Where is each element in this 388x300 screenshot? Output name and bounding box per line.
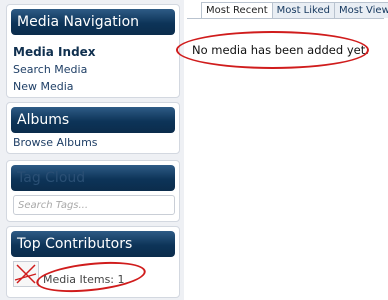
media-navigation-panel: Media Navigation Media Index Search Medi… xyxy=(6,4,180,98)
tab-divider xyxy=(187,18,384,19)
albums-header: Albums xyxy=(11,107,175,133)
albums-panel: Albums Browse Albums xyxy=(6,102,180,154)
empty-media-message: No media has been added yet. xyxy=(192,43,369,57)
nav-link-media-index[interactable]: Media Index xyxy=(13,45,96,59)
search-tags-input[interactable] xyxy=(13,195,175,215)
broken-image-icon xyxy=(14,264,37,284)
tab-most-viewed[interactable]: Most Viewed xyxy=(333,2,388,18)
media-tabs: Most Recent Most Liked Most Viewed xyxy=(201,2,388,18)
tag-cloud-panel: Tag Cloud xyxy=(6,160,180,222)
tab-most-liked[interactable]: Most Liked xyxy=(271,2,335,18)
tag-cloud-header: Tag Cloud xyxy=(11,165,175,191)
contributor-media-items: Media Items: 1 xyxy=(43,273,125,286)
nav-link-new-media[interactable]: New Media xyxy=(13,80,74,93)
avatar[interactable] xyxy=(13,261,39,287)
tab-most-recent[interactable]: Most Recent xyxy=(201,2,273,18)
media-navigation-header: Media Navigation xyxy=(11,9,175,35)
sidebar: Media Navigation Media Index Search Medi… xyxy=(0,0,184,300)
top-contributors-header: Top Contributors xyxy=(11,231,175,257)
nav-link-search-media[interactable]: Search Media xyxy=(13,63,87,76)
nav-link-browse-albums[interactable]: Browse Albums xyxy=(13,136,98,149)
top-contributors-panel: Top Contributors Media Items: 1 xyxy=(6,226,180,298)
